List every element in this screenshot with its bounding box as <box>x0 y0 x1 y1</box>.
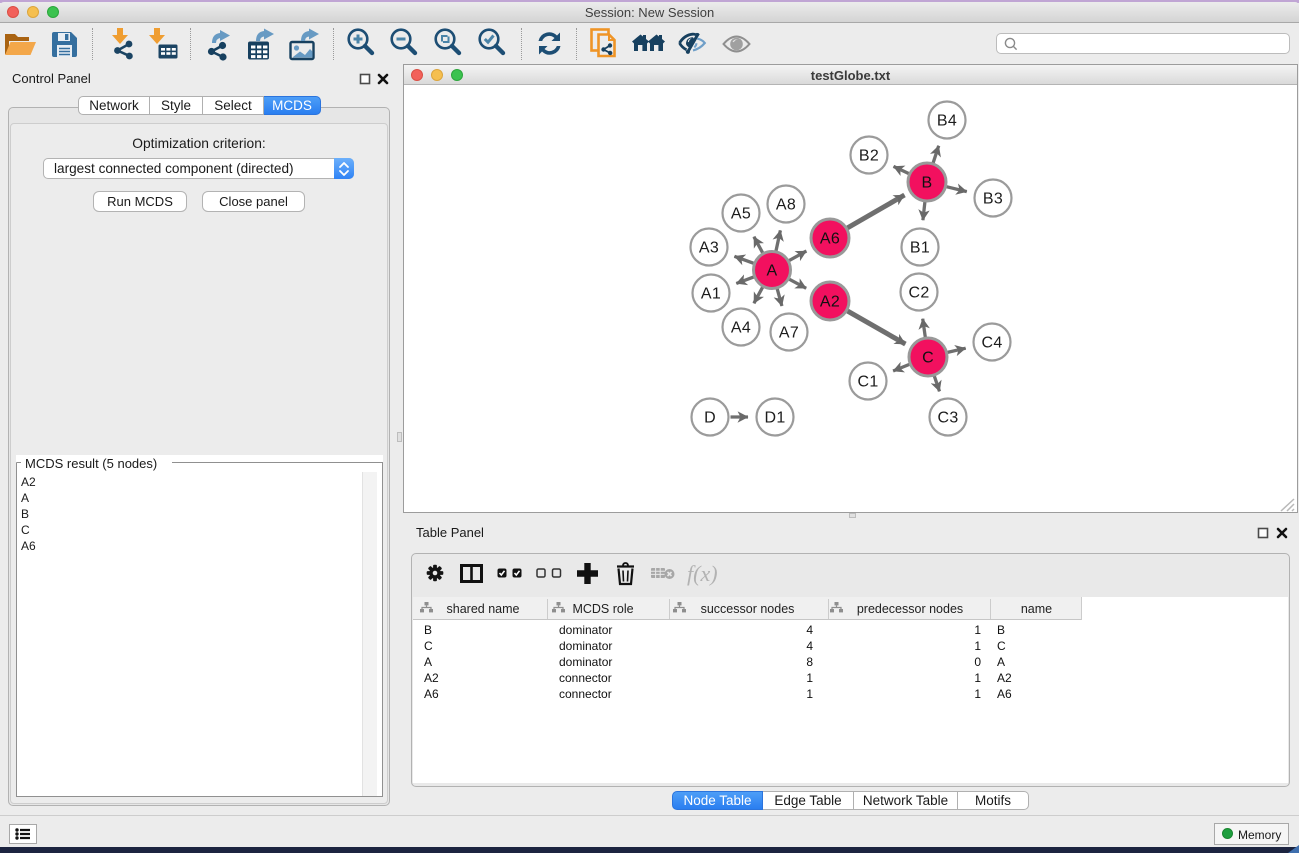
svg-text:A7: A7 <box>779 325 799 342</box>
svg-text:C1: C1 <box>857 374 878 391</box>
svg-text:C3: C3 <box>937 410 958 427</box>
svg-text:A4: A4 <box>731 320 751 337</box>
svg-text:B1: B1 <box>910 240 930 257</box>
svg-text:A2: A2 <box>820 294 840 311</box>
svg-text:A3: A3 <box>699 240 719 257</box>
svg-text:A8: A8 <box>776 197 796 214</box>
svg-text:A: A <box>767 263 778 280</box>
svg-text:A1: A1 <box>701 286 721 303</box>
svg-text:C: C <box>922 350 934 367</box>
svg-text:B3: B3 <box>983 191 1003 208</box>
svg-text:A6: A6 <box>820 231 840 248</box>
svg-text:B2: B2 <box>859 148 879 165</box>
svg-text:D: D <box>704 410 716 427</box>
svg-text:B: B <box>922 175 933 192</box>
svg-text:B4: B4 <box>937 113 957 130</box>
svg-text:A5: A5 <box>731 206 751 223</box>
svg-text:D1: D1 <box>764 410 785 427</box>
svg-text:C4: C4 <box>981 335 1002 352</box>
svg-text:C2: C2 <box>908 285 929 302</box>
